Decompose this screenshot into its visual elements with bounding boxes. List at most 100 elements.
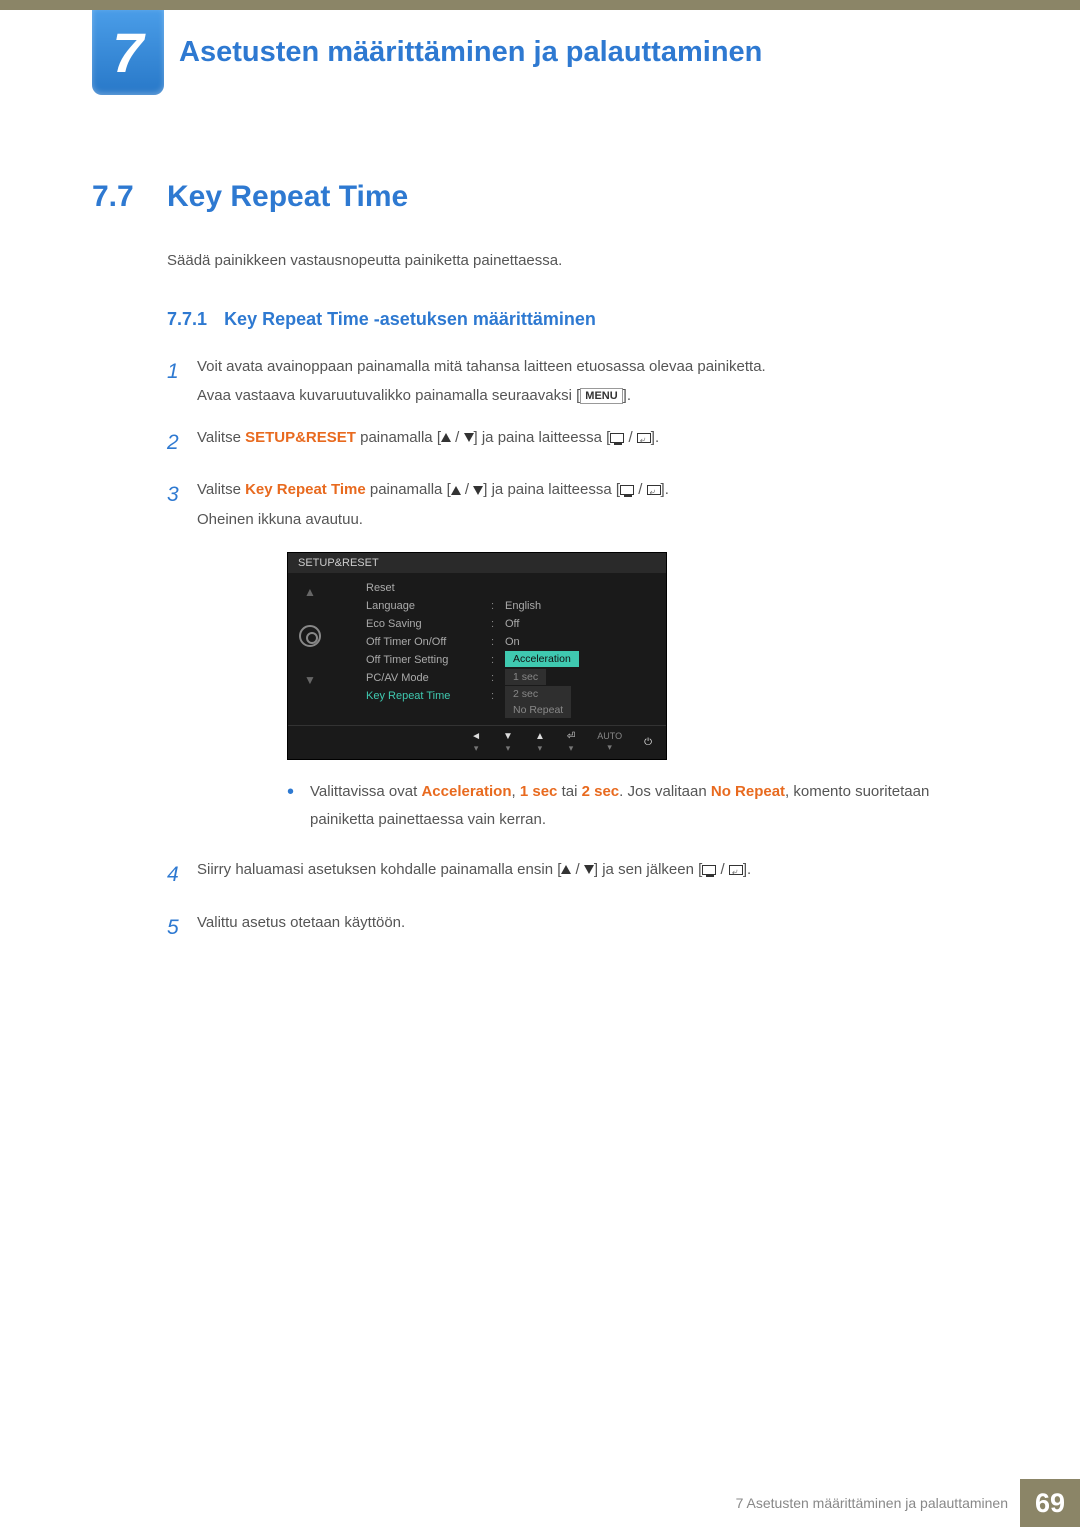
text: . Jos valitaan bbox=[619, 783, 711, 800]
step-text: Valitse bbox=[197, 429, 245, 446]
text: tai bbox=[557, 783, 581, 800]
step-body: Voit avata avainoppaan painamalla mitä t… bbox=[197, 352, 988, 411]
osd-row-reset: Reset bbox=[332, 579, 666, 597]
step-5: 5 Valittu asetus otetaan käyttöön. bbox=[167, 908, 988, 949]
one-sec-label: 1 sec bbox=[520, 783, 558, 800]
osd-screenshot: SETUP&RESET ▲ ▼ Reset Language:English E… bbox=[287, 552, 667, 760]
source-icon bbox=[702, 865, 716, 875]
osd-label: Eco Saving bbox=[366, 618, 491, 630]
step-body: Valitse SETUP&RESET painamalla [ / ] ja … bbox=[197, 423, 988, 464]
step-body: Siirry haluamasi asetuksen kohdalle pain… bbox=[197, 855, 988, 896]
osd-value: Off bbox=[505, 618, 519, 630]
down-icon: ▼▾ bbox=[503, 731, 513, 754]
auto-icon: AUTO▾ bbox=[597, 731, 622, 753]
subsection-heading: 7.7.1 Key Repeat Time -asetuksen määritt… bbox=[167, 309, 988, 330]
enter-icon: ⏎▾ bbox=[567, 731, 575, 754]
enter-icon bbox=[637, 433, 651, 443]
gear-icon bbox=[299, 625, 321, 647]
step-text: Oheinen ikkuna avautuu. bbox=[197, 511, 363, 528]
subsection-number: 7.7.1 bbox=[167, 309, 207, 329]
chapter-number-badge: 7 bbox=[92, 10, 164, 95]
power-icon: ⏻ bbox=[644, 737, 652, 748]
osd-label: Key Repeat Time bbox=[366, 690, 491, 702]
enter-icon bbox=[729, 865, 743, 875]
osd-sidebar: ▲ ▼ bbox=[288, 573, 332, 725]
step-number: 2 bbox=[167, 423, 197, 464]
step-body: Valitse Key Repeat Time painamalla [ / ]… bbox=[197, 475, 988, 534]
osd-value: English bbox=[505, 600, 541, 612]
step-text: Valitse bbox=[197, 481, 245, 498]
osd-label: Off Timer On/Off bbox=[366, 636, 491, 648]
osd-row-eco: Eco Saving:Off bbox=[332, 615, 666, 633]
section-title: Key Repeat Time bbox=[167, 180, 408, 214]
step-number: 1 bbox=[167, 352, 197, 411]
footer-text: 7 Asetusten määrittäminen ja palauttamin… bbox=[724, 1495, 1020, 1511]
down-arrow-icon bbox=[473, 486, 483, 495]
text: , bbox=[512, 783, 520, 800]
source-icon bbox=[620, 485, 634, 495]
step-3: 3 Valitse Key Repeat Time painamalla [ /… bbox=[167, 475, 988, 534]
osd-menu: Reset Language:English Eco Saving:Off Of… bbox=[332, 573, 666, 725]
step-text: ]. bbox=[623, 387, 631, 404]
step-list: 1 Voit avata avainoppaan painamalla mitä… bbox=[167, 352, 988, 949]
up-arrow-icon bbox=[561, 865, 571, 874]
osd-value: On bbox=[505, 636, 520, 648]
step-text: ] ja sen jälkeen [ bbox=[594, 861, 702, 878]
page-content: 7.7 Key Repeat Time Säädä painikkeen vas… bbox=[92, 180, 988, 961]
acceleration-label: Acceleration bbox=[421, 783, 511, 800]
up-icon: ▲▾ bbox=[535, 731, 545, 754]
step-1: 1 Voit avata avainoppaan painamalla mitä… bbox=[167, 352, 988, 411]
step-text: painamalla [ bbox=[356, 429, 441, 446]
step-body: Valittu asetus otetaan käyttöön. bbox=[197, 908, 988, 949]
step-2: 2 Valitse SETUP&RESET painamalla [ / ] j… bbox=[167, 423, 988, 464]
chevron-up-icon: ▲ bbox=[304, 585, 316, 599]
step-number: 3 bbox=[167, 475, 197, 534]
step-text: ] ja paina laitteessa [ bbox=[474, 429, 611, 446]
chapter-title: Asetusten määrittäminen ja palauttaminen bbox=[179, 10, 762, 95]
page-footer: 7 Asetusten määrittäminen ja palauttamin… bbox=[724, 1479, 1080, 1527]
step-number: 4 bbox=[167, 855, 197, 896]
bullet-icon: • bbox=[287, 778, 294, 835]
osd-body: ▲ ▼ Reset Language:English Eco Saving:Of… bbox=[288, 573, 666, 725]
menu-button-icon: MENU bbox=[580, 388, 622, 404]
step-text: ]. bbox=[651, 429, 659, 446]
down-arrow-icon bbox=[464, 433, 474, 442]
step-text: ]. bbox=[743, 861, 751, 878]
bullet-text: Valittavissa ovat Acceleration, 1 sec ta… bbox=[310, 778, 988, 835]
step-text: Avaa vastaava kuvaruutuvalikko painamall… bbox=[197, 387, 580, 404]
chapter-header: 7 Asetusten määrittäminen ja palauttamin… bbox=[0, 10, 1080, 95]
section-intro: Säädä painikkeen vastausnopeutta painike… bbox=[167, 252, 988, 269]
text: Valittavissa ovat bbox=[310, 783, 421, 800]
source-icon bbox=[610, 433, 624, 443]
osd-label: PC/AV Mode bbox=[366, 672, 491, 684]
osd-option-2sec: 2 sec bbox=[505, 686, 571, 702]
key-repeat-time-label: Key Repeat Time bbox=[245, 481, 366, 498]
subsection-title: Key Repeat Time -asetuksen määrittäminen bbox=[224, 309, 596, 329]
section-heading: 7.7 Key Repeat Time bbox=[92, 180, 988, 214]
step-text: Valittu asetus otetaan käyttöön. bbox=[197, 914, 405, 931]
step-text: Voit avata avainoppaan painamalla mitä t… bbox=[197, 358, 766, 375]
osd-option-acceleration: Acceleration bbox=[505, 651, 579, 667]
step-4: 4 Siirry haluamasi asetuksen kohdalle pa… bbox=[167, 855, 988, 896]
osd-row-spacer bbox=[332, 705, 666, 719]
osd-footer: ◄▾ ▼▾ ▲▾ ⏎▾ AUTO▾ ⏻ bbox=[288, 725, 666, 759]
chevron-down-icon: ▼ bbox=[304, 673, 316, 687]
osd-row-pcav: PC/AV Mode: 1 sec bbox=[332, 669, 666, 687]
step-text: painamalla [ bbox=[366, 481, 451, 498]
osd-option-1sec: 1 sec bbox=[505, 669, 546, 685]
page-number: 69 bbox=[1020, 1479, 1080, 1527]
enter-icon bbox=[647, 485, 661, 495]
step-text: ]. bbox=[661, 481, 669, 498]
up-arrow-icon bbox=[451, 486, 461, 495]
osd-label: Reset bbox=[366, 582, 491, 594]
osd-row-timer-setting: Off Timer Setting: Acceleration bbox=[332, 651, 666, 669]
setup-reset-label: SETUP&RESET bbox=[245, 429, 356, 446]
up-arrow-icon bbox=[441, 433, 451, 442]
osd-row-key-repeat: Key Repeat Time: 2 sec No Repeat bbox=[332, 687, 666, 705]
step-number: 5 bbox=[167, 908, 197, 949]
down-arrow-icon bbox=[584, 865, 594, 874]
step-text: Siirry haluamasi asetuksen kohdalle pain… bbox=[197, 861, 561, 878]
osd-label: Language bbox=[366, 600, 491, 612]
no-repeat-label: No Repeat bbox=[711, 783, 785, 800]
step-text: ] ja paina laitteessa [ bbox=[483, 481, 620, 498]
